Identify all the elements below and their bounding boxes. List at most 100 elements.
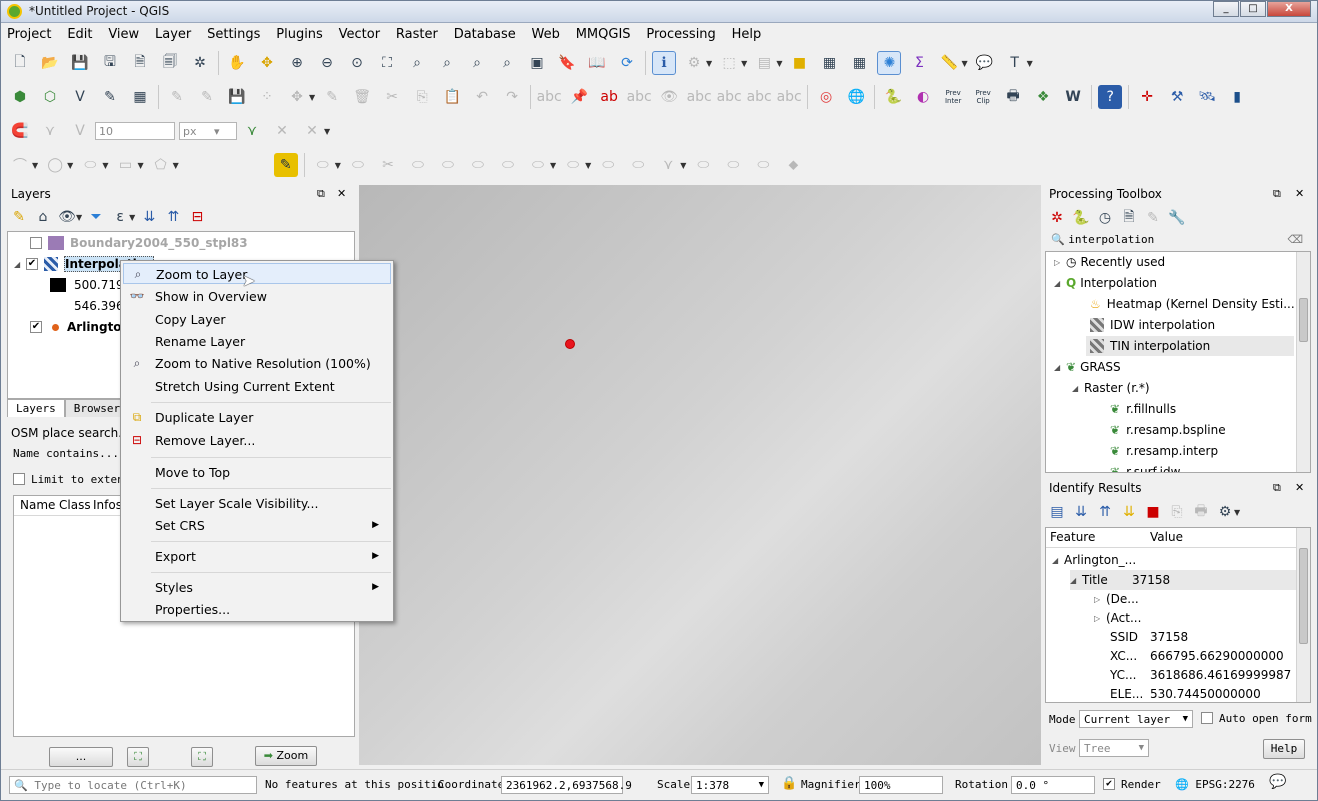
tree-heatmap[interactable]: ♨ Heatmap (Kernel Density Esti... bbox=[1090, 294, 1295, 314]
add-circular-string-icon[interactable]: ⌒ bbox=[8, 153, 32, 177]
dem-plugin-icon[interactable]: ▮ bbox=[1225, 85, 1249, 109]
offset-curve-icon[interactable]: ⬭ bbox=[596, 153, 620, 177]
tree-resamp-bspline[interactable]: ❦ r.resamp.bspline bbox=[1110, 420, 1226, 440]
plugin-lifebuoy-icon[interactable]: ◎ bbox=[814, 85, 838, 109]
label-change-icon[interactable]: abc bbox=[717, 85, 742, 109]
history-clock-icon[interactable]: ◷ bbox=[1096, 206, 1114, 230]
menu-plugins[interactable]: Plugins bbox=[270, 25, 329, 44]
add-vector-layer-icon[interactable]: ⬢ bbox=[8, 85, 32, 109]
text-annotation-icon[interactable]: T bbox=[1003, 51, 1027, 75]
avoid-intersections-icon[interactable]: ✕ bbox=[270, 119, 294, 143]
tree-interpolation[interactable]: ◢ Q Interpolation bbox=[1054, 273, 1157, 293]
menu-item-duplicate-layer[interactable]: ⧉ Duplicate Layer bbox=[123, 407, 391, 428]
col-feature[interactable]: Feature bbox=[1050, 530, 1095, 544]
select-features-icon[interactable]: ⬚ bbox=[717, 51, 741, 75]
add-part-icon[interactable]: ⬭ bbox=[436, 153, 460, 177]
toggle-editing-icon[interactable]: ✎ bbox=[195, 85, 219, 109]
satellite-plugin-icon[interactable]: 🛰 bbox=[1195, 85, 1219, 109]
crs-button[interactable]: 🌐 EPSG:2276 bbox=[1175, 778, 1255, 791]
float-panel-icon[interactable]: ⧉ bbox=[1273, 481, 1281, 495]
osm-zoom-extent-icon[interactable]: ⛶ bbox=[127, 747, 149, 767]
node-tool-icon[interactable]: ✎ bbox=[320, 85, 344, 109]
magnifier-spinbox[interactable]: 100% bbox=[859, 776, 943, 794]
field-calculator-icon[interactable]: ▦ bbox=[847, 51, 871, 75]
label-rotate-icon[interactable]: abc bbox=[687, 85, 712, 109]
view-select[interactable]: Tree ▼ bbox=[1079, 739, 1149, 757]
rotate-point-icon[interactable]: ⬭ bbox=[751, 153, 775, 177]
close-panel-icon[interactable]: ✕ bbox=[337, 187, 346, 200]
manage-visibility-icon[interactable]: 👁 bbox=[58, 205, 76, 229]
save-project-icon[interactable]: 💾 bbox=[68, 51, 92, 75]
layer-labeling-icon[interactable]: ab bbox=[597, 85, 621, 109]
add-feature-icon[interactable]: ⁘ bbox=[255, 85, 279, 109]
show-bookmarks-icon[interactable]: 📖 bbox=[585, 51, 609, 75]
messages-icon[interactable]: 💬 bbox=[1269, 774, 1286, 790]
menu-item-set-crs[interactable]: Set CRS ▶ bbox=[123, 515, 391, 536]
reshape-icon[interactable]: ⬭ bbox=[561, 153, 585, 177]
menu-item-copy-layer[interactable]: Copy Layer bbox=[123, 309, 391, 330]
simplify-feature-icon[interactable]: ✂ bbox=[376, 153, 400, 177]
layer-visibility-checkbox[interactable]: ✔ bbox=[30, 321, 42, 333]
filter-legend-icon[interactable]: ⏷ bbox=[87, 205, 105, 229]
filter-expression-icon[interactable]: ε bbox=[111, 205, 129, 229]
measure-icon[interactable]: 📏 bbox=[937, 51, 961, 75]
new-bookmark-icon[interactable]: 🔖 bbox=[555, 51, 579, 75]
map-tips-icon[interactable]: ✺ bbox=[877, 51, 902, 75]
add-polygon-icon[interactable]: ⬠ bbox=[149, 153, 173, 177]
pin-labels-icon[interactable]: ⬥ bbox=[781, 153, 805, 177]
menu-vector[interactable]: Vector bbox=[333, 25, 386, 44]
auto-open-checkbox[interactable] bbox=[1201, 712, 1213, 724]
new-project-icon[interactable]: 🗋 bbox=[8, 51, 32, 75]
render-checkbox[interactable]: ✔ bbox=[1103, 778, 1115, 790]
float-panel-icon[interactable]: ⧉ bbox=[317, 187, 325, 201]
scale-combo[interactable]: 1:378 ▼ bbox=[691, 776, 769, 794]
expand-all-icon[interactable]: ⇊ bbox=[140, 205, 158, 229]
refresh-icon[interactable]: ⟳ bbox=[615, 51, 639, 75]
mode-select[interactable]: Current layer ▼ bbox=[1079, 710, 1193, 728]
identify-row[interactable]: SSID 37158 bbox=[1110, 627, 1188, 647]
float-panel-icon[interactable]: ⧉ bbox=[1273, 187, 1281, 201]
expand-all-icon[interactable]: ⇊ bbox=[1072, 500, 1090, 524]
identify-row[interactable]: ◢ Arlington_... bbox=[1052, 550, 1136, 570]
menu-item-export[interactable]: Export ▶ bbox=[123, 546, 391, 567]
snapping-unit-select[interactable]: px ▾ bbox=[179, 122, 237, 140]
tree-resamp-interp[interactable]: ❦ r.resamp.interp bbox=[1110, 441, 1218, 461]
layer-row-arlington[interactable]: ✔ Arlington bbox=[30, 317, 130, 337]
python-console-icon[interactable]: 🐍 bbox=[881, 85, 905, 109]
rotation-spinbox[interactable]: 0.0 ° bbox=[1011, 776, 1095, 794]
deselect-all-icon[interactable]: ■ bbox=[787, 51, 811, 75]
menu-item-zoom-to-layer[interactable]: ⌕ Zoom to Layer bbox=[123, 263, 391, 284]
add-raster-layer-icon[interactable]: ⬡ bbox=[38, 85, 62, 109]
prev-inter-icon[interactable]: Prev Inter bbox=[941, 85, 965, 109]
add-spatialite-icon[interactable]: ✎ bbox=[98, 85, 122, 109]
copy-feature-icon[interactable]: ⎘ bbox=[1168, 500, 1186, 524]
add-ring-icon[interactable]: ⬭ bbox=[406, 153, 430, 177]
clear-search-icon[interactable]: ⌫ bbox=[1287, 232, 1303, 247]
menu-item-show-in-overview[interactable]: 👓 Show in Overview bbox=[123, 286, 391, 307]
select-by-value-icon[interactable]: ▤ bbox=[752, 51, 776, 75]
tree-idw[interactable]: IDW interpolation bbox=[1090, 315, 1215, 335]
tree-grass[interactable]: ◢ ❦ GRASS bbox=[1054, 357, 1121, 377]
menu-settings[interactable]: Settings bbox=[201, 25, 266, 44]
expand-arrow-icon[interactable]: ◢ bbox=[14, 260, 24, 269]
maximize-button[interactable]: □ bbox=[1240, 1, 1266, 17]
zoom-out-icon[interactable]: ⊖ bbox=[315, 51, 339, 75]
attribute-table-icon[interactable]: ▦ bbox=[817, 51, 841, 75]
rotate-feature-icon[interactable]: ⬭ bbox=[346, 153, 370, 177]
layer-row-boundary[interactable]: Boundary2004_550_stpl83 bbox=[30, 233, 248, 253]
redo-icon[interactable]: ↷ bbox=[500, 85, 524, 109]
identify-help-button[interactable]: Help bbox=[1263, 739, 1305, 759]
menu-item-move-to-top[interactable]: Move to Top bbox=[123, 462, 391, 483]
zoom-full-icon[interactable]: ⛶ bbox=[375, 51, 399, 75]
composer-manager-icon[interactable]: 🗐 bbox=[158, 51, 182, 75]
add-postgis-icon[interactable]: V bbox=[68, 85, 92, 109]
collapse-all-icon[interactable]: ⇈ bbox=[164, 205, 182, 229]
identify-row[interactable]: ◢ Title 37158 bbox=[1070, 570, 1296, 590]
add-circle-icon[interactable]: ◯ bbox=[43, 153, 67, 177]
close-panel-icon[interactable]: ✕ bbox=[1295, 187, 1304, 200]
col-name[interactable]: Name bbox=[20, 498, 55, 512]
layer-visibility-checkbox[interactable] bbox=[30, 237, 42, 249]
identify-row[interactable]: ELE... 530.74450000000 bbox=[1110, 684, 1261, 702]
tree-tin[interactable]: TIN interpolation bbox=[1086, 336, 1294, 356]
statistics-sigma-icon[interactable]: Σ bbox=[907, 51, 931, 75]
